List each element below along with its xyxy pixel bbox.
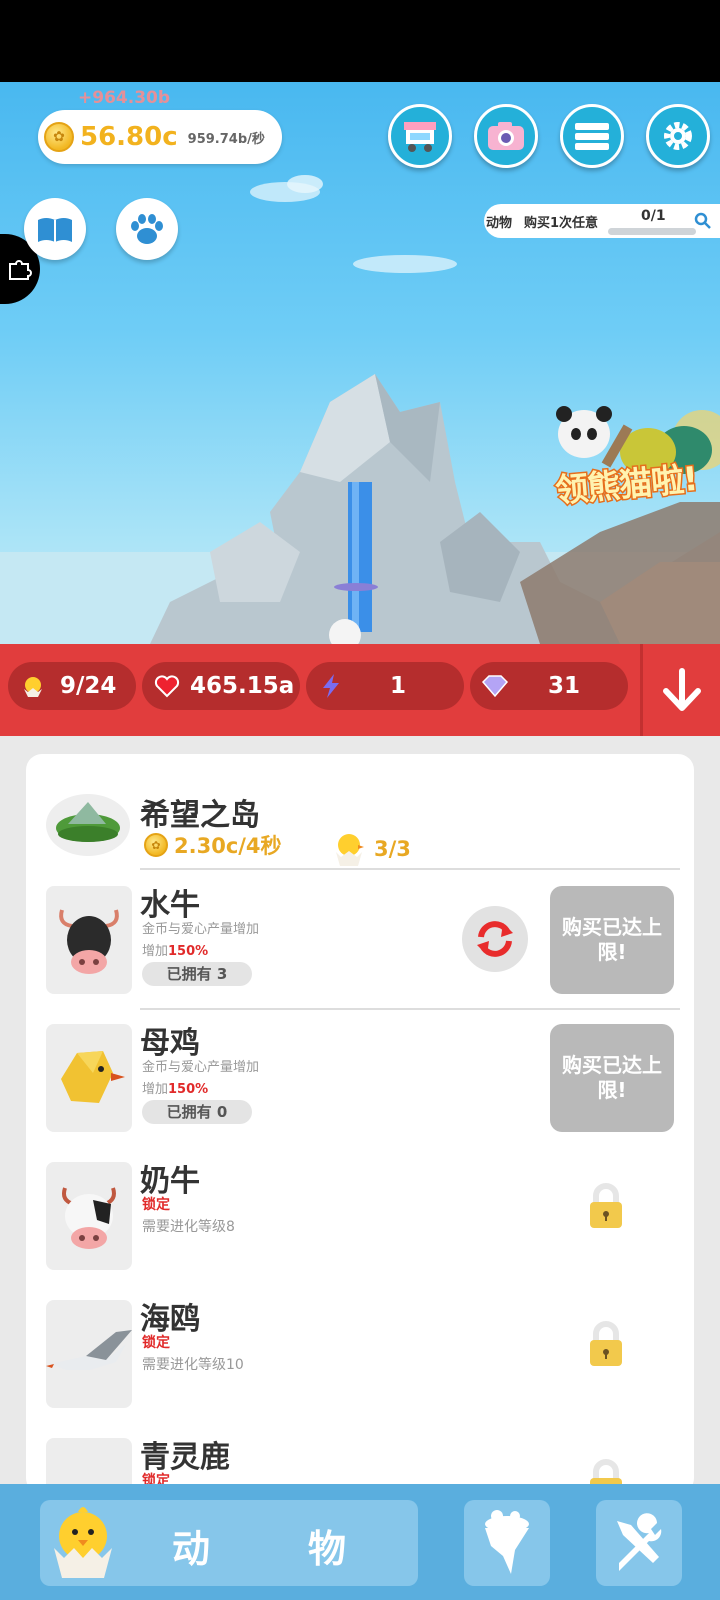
chick-icon — [54, 1507, 112, 1578]
island-name: 希望之岛 — [140, 798, 260, 833]
coin-amount: 56.80c — [80, 122, 178, 152]
resource-stats-bar: 9/24 465.15a 1 31 — [0, 644, 720, 736]
heart-icon — [152, 671, 182, 701]
settings-button[interactable] — [646, 104, 710, 168]
island-thumbnail — [46, 794, 130, 856]
tab-animals[interactable]: 动 物 — [40, 1500, 418, 1586]
chick-icon — [336, 834, 364, 866]
seagull-thumbnail — [46, 1300, 132, 1408]
cow-thumbnail — [46, 1162, 132, 1270]
lock-icon — [590, 1183, 622, 1228]
coin-counter: ✿ 56.80c 959.74b/秒 — [38, 110, 282, 164]
animal-bonus: 增加150% — [142, 944, 209, 959]
buy-limit-button[interactable]: 购买已达上限! — [550, 1024, 674, 1132]
owned-badge: 已拥有 0 — [142, 1100, 252, 1124]
collapse-panel-button[interactable] — [640, 644, 720, 736]
gear-icon — [664, 122, 692, 150]
paw-coin-icon: ✿ — [144, 833, 168, 857]
book-icon — [38, 218, 72, 242]
animal-desc: 金币与爱心产量增加 — [142, 922, 260, 937]
divider — [140, 868, 680, 870]
paw-button[interactable] — [116, 198, 178, 260]
chick-icon — [18, 671, 48, 701]
animal-bonus: 增加150% — [142, 1082, 209, 1097]
island-scene-illustration — [0, 175, 720, 644]
energy-count: 1 — [306, 662, 464, 710]
quest-progress: 0/1 — [641, 208, 666, 224]
locked-label: 锁定 — [142, 1197, 170, 1213]
menu-icon — [575, 123, 609, 150]
paw-icon — [131, 214, 163, 244]
lightning-icon — [316, 671, 346, 701]
tab-islands[interactable] — [464, 1500, 550, 1586]
unlock-requirement: 需要进化等级8 — [142, 1219, 235, 1235]
gem-count: 31 — [470, 662, 628, 710]
refresh-button[interactable] — [462, 906, 528, 972]
list-item: 母鸡 金币与爱心产量增加 增加150% 已拥有 0 购买已达上限! — [26, 1014, 694, 1152]
water-buffalo-thumbnail — [46, 886, 132, 994]
island-rate: ✿ 2.30c/4秒 — [144, 830, 282, 860]
animal-desc: 金币与爱心产量增加 — [142, 1060, 260, 1075]
buy-limit-button[interactable]: 购买已达上限! — [550, 886, 674, 994]
paw-coin-icon: ✿ — [44, 122, 74, 152]
coin-gain-popup: +964.30b — [78, 88, 171, 108]
quest-tracker[interactable]: 动物 购买1次任意 0/1 — [484, 204, 720, 238]
heart-count: 465.15a — [142, 662, 300, 710]
hen-thumbnail — [46, 1024, 132, 1132]
list-item: 海鸥 锁定 需要进化等级10 — [26, 1290, 694, 1428]
arrow-down-icon — [662, 668, 701, 711]
lock-icon — [590, 1321, 622, 1366]
tab-tools[interactable] — [596, 1500, 682, 1586]
diamond-icon — [480, 671, 510, 701]
menu-button[interactable] — [560, 104, 624, 168]
shop-button[interactable] — [388, 104, 452, 168]
animal-list-panel[interactable]: 希望之岛 ✿ 2.30c/4秒 3/3 水牛 金币与爱心产量增加 增加150% … — [26, 754, 694, 1494]
divider — [140, 1008, 680, 1010]
camera-icon — [488, 122, 524, 150]
coin-rate: 959.74b/秒 — [187, 131, 265, 147]
tab-animals-label-1: 动 — [172, 1527, 211, 1571]
status-bar — [0, 0, 720, 82]
quest-text-b: 购买1次任意 — [524, 215, 599, 231]
bottom-navigation: 动 物 — [0, 1484, 720, 1600]
unlock-requirement: 需要进化等级10 — [142, 1357, 244, 1373]
island-icon — [485, 1510, 529, 1574]
puzzle-icon — [9, 260, 32, 280]
handbook-button[interactable] — [24, 198, 86, 260]
shop-cart-icon — [404, 122, 436, 152]
camera-button[interactable] — [474, 104, 538, 168]
island-header: 希望之岛 ✿ 2.30c/4秒 3/3 — [26, 754, 694, 870]
list-item: 奶牛 锁定 需要进化等级8 — [26, 1152, 694, 1290]
owned-badge: 已拥有 3 — [142, 962, 252, 986]
game-scene[interactable]: +964.30b ✿ 56.80c 959.74b/秒 动物 购买1次任意 0/… — [0, 82, 720, 644]
quest-progress-bar — [608, 228, 696, 235]
locked-label: 锁定 — [142, 1335, 170, 1351]
tools-icon — [617, 1513, 662, 1571]
island-animal-count: 3/3 — [332, 830, 411, 868]
tab-animals-label-2: 物 — [308, 1527, 347, 1571]
chick-count: 9/24 — [8, 662, 136, 710]
quest-text-a: 动物 — [486, 215, 513, 231]
search-icon — [694, 212, 711, 229]
refresh-icon — [477, 921, 513, 957]
list-item: 水牛 金币与爱心产量增加 增加150% 已拥有 3 购买已达上限! — [26, 876, 694, 1014]
